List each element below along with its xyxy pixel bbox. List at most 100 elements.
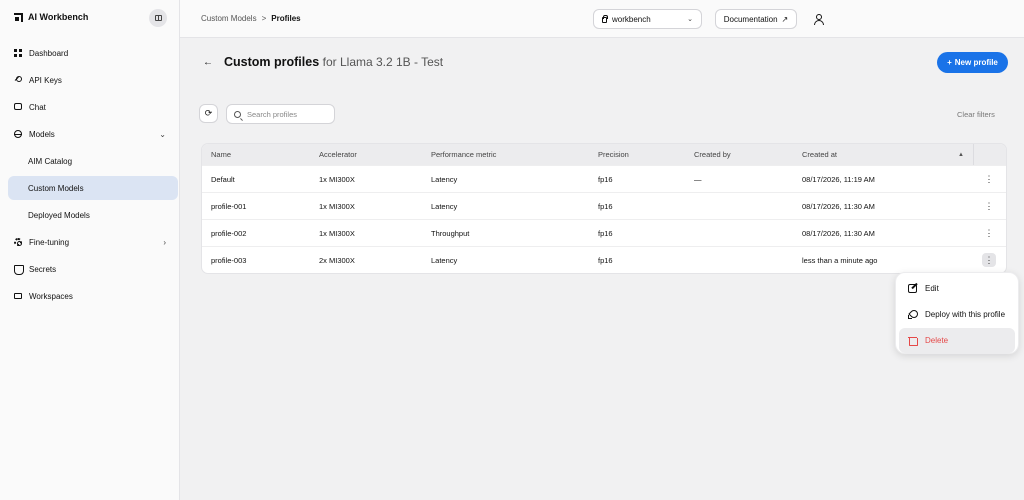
- sort-ascending-icon[interactable]: ▲: [958, 152, 964, 158]
- sidebar-item-custom-models[interactable]: Custom Models: [8, 176, 178, 200]
- refresh-icon: ⟳: [204, 108, 213, 118]
- chat-icon: [14, 103, 22, 111]
- menu-item-delete[interactable]: Delete: [899, 328, 1015, 353]
- sidebar-item-label: Dashboard: [29, 48, 69, 58]
- cell-created-at: 08/17/2026, 11:19 AM: [802, 174, 875, 184]
- cell-name: profile-002: [211, 228, 247, 238]
- collapse-sidebar-button[interactable]: [149, 9, 167, 27]
- cell-performance-metric: Latency: [431, 201, 458, 211]
- fine-tuning-icon: [14, 238, 22, 246]
- row-actions-kebab-icon[interactable]: ⋮: [982, 199, 996, 213]
- sidebar-item-label: Fine-tuning: [29, 237, 70, 247]
- profiles-table: Name Accelerator Performance metric Prec…: [201, 143, 1007, 274]
- column-header-created-by[interactable]: Created by: [694, 150, 731, 159]
- sidebar-item-fine-tuning[interactable]: Fine-tuning ›: [8, 230, 178, 254]
- documentation-button[interactable]: Documentation ↗: [715, 9, 797, 29]
- cell-precision: fp16: [598, 201, 613, 211]
- sidebar-item-aim-catalog[interactable]: AIM Catalog: [8, 149, 178, 173]
- workspace-value: workbench: [612, 14, 651, 24]
- breadcrumb-profiles: Profiles: [271, 14, 301, 23]
- clear-filters-button[interactable]: Clear filters: [957, 110, 995, 119]
- menu-item-label: Edit: [925, 284, 939, 293]
- sidebar-item-label: Deployed Models: [28, 210, 90, 220]
- column-header-name[interactable]: Name: [211, 150, 231, 159]
- workspace-select[interactable]: workbench ⌄: [593, 9, 702, 29]
- sidebar-item-label: Custom Models: [28, 183, 84, 193]
- menu-item-label: Delete: [925, 336, 949, 345]
- search-input[interactable]: [247, 109, 333, 119]
- dashboard-icon: [14, 49, 22, 57]
- cell-performance-metric: Throughput: [431, 228, 470, 238]
- chevron-down-icon: ⌄: [159, 129, 166, 139]
- cell-name: profile-001: [211, 201, 247, 211]
- amd-logo-icon: [14, 12, 23, 22]
- menu-item-edit[interactable]: Edit: [899, 276, 1015, 301]
- chevron-right-icon: ›: [163, 237, 166, 247]
- cell-performance-metric: Latency: [431, 174, 458, 184]
- sidebar-toggle-icon: [154, 15, 162, 21]
- workspace-icon: [602, 15, 608, 23]
- cell-name: Default: [211, 174, 235, 184]
- cell-accelerator: 1x MI300X: [319, 201, 355, 211]
- plus-icon: +: [947, 58, 952, 67]
- cell-accelerator: 1x MI300X: [319, 174, 355, 184]
- table-header: Name Accelerator Performance metric Prec…: [202, 144, 1006, 165]
- sidebar-item-workspaces[interactable]: Workspaces: [8, 284, 178, 308]
- sidebar-item-api-keys[interactable]: API Keys: [8, 68, 178, 92]
- external-link-icon: ↗: [781, 14, 789, 24]
- row-actions-kebab-icon[interactable]: ⋮: [982, 253, 996, 267]
- cell-created-by: —: [694, 174, 702, 184]
- shield-icon: [14, 265, 24, 275]
- cell-created-at: less than a minute ago: [802, 255, 878, 265]
- workspaces-icon: [14, 292, 22, 300]
- documentation-label: Documentation: [723, 14, 778, 24]
- row-actions-menu: Edit Deploy with this profile Delete: [895, 272, 1019, 354]
- cell-created-at: 08/17/2026, 11:30 AM: [802, 228, 875, 238]
- refresh-button[interactable]: ⟳: [199, 104, 218, 123]
- new-profile-button[interactable]: + New profile: [937, 52, 1008, 73]
- sidebar-item-label: Models: [29, 129, 55, 139]
- cell-precision: fp16: [598, 255, 613, 265]
- sidebar-item-secrets[interactable]: Secrets: [8, 257, 178, 281]
- column-divider: [973, 144, 974, 165]
- rocket-icon: [908, 310, 917, 319]
- chevron-down-icon: ⌄: [687, 16, 693, 23]
- cell-performance-metric: Latency: [431, 255, 458, 265]
- edit-icon: [908, 284, 917, 293]
- models-icon: [14, 130, 22, 138]
- cell-name: profile-003: [211, 255, 247, 265]
- sidebar-item-label: AIM Catalog: [28, 156, 73, 166]
- search-box[interactable]: [226, 104, 335, 124]
- column-header-created-at[interactable]: Created at: [802, 150, 837, 159]
- column-header-precision[interactable]: Precision: [598, 150, 629, 159]
- column-header-accelerator[interactable]: Accelerator: [319, 150, 357, 159]
- column-header-performance-metric[interactable]: Performance metric: [431, 150, 496, 159]
- table-row[interactable]: profile-001 1x MI300X Latency fp16 08/17…: [202, 192, 1006, 219]
- breadcrumb-separator: >: [261, 14, 267, 23]
- breadcrumb: Custom Models > Profiles: [201, 14, 301, 23]
- row-actions-kebab-icon[interactable]: ⋮: [982, 226, 996, 240]
- page-title: Custom profiles for Llama 3.2 1B - Test: [224, 55, 443, 69]
- sidebar: AI Workbench Dashboard API Keys Chat Mod…: [0, 0, 180, 500]
- breadcrumb-custom-models[interactable]: Custom Models: [201, 14, 257, 23]
- brand[interactable]: AI Workbench: [14, 12, 88, 22]
- page-subtitle: for Llama 3.2 1B - Test: [322, 55, 444, 69]
- row-actions-kebab-icon[interactable]: ⋮: [982, 172, 996, 186]
- table-row[interactable]: profile-002 1x MI300X Throughput fp16 08…: [202, 219, 1006, 246]
- sidebar-item-deployed-models[interactable]: Deployed Models: [8, 203, 178, 227]
- cell-accelerator: 2x MI300X: [319, 255, 355, 265]
- sidebar-item-label: Workspaces: [29, 291, 73, 301]
- menu-item-deploy[interactable]: Deploy with this profile: [899, 302, 1015, 327]
- table-row[interactable]: Default 1x MI300X Latency fp16 — 08/17/2…: [202, 165, 1006, 192]
- sidebar-item-chat[interactable]: Chat: [8, 95, 178, 119]
- sidebar-item-dashboard[interactable]: Dashboard: [8, 41, 178, 65]
- trash-icon: [908, 336, 918, 346]
- table-row[interactable]: profile-003 2x MI300X Latency fp16 less …: [202, 246, 1006, 273]
- sidebar-item-label: Chat: [29, 102, 46, 112]
- page-title-main: Custom profiles: [224, 55, 320, 69]
- new-profile-label: New profile: [954, 58, 998, 67]
- back-arrow-icon[interactable]: ←: [203, 57, 213, 68]
- cell-precision: fp16: [598, 174, 613, 184]
- sidebar-item-models[interactable]: Models ⌄: [8, 122, 178, 146]
- user-icon[interactable]: [812, 13, 824, 25]
